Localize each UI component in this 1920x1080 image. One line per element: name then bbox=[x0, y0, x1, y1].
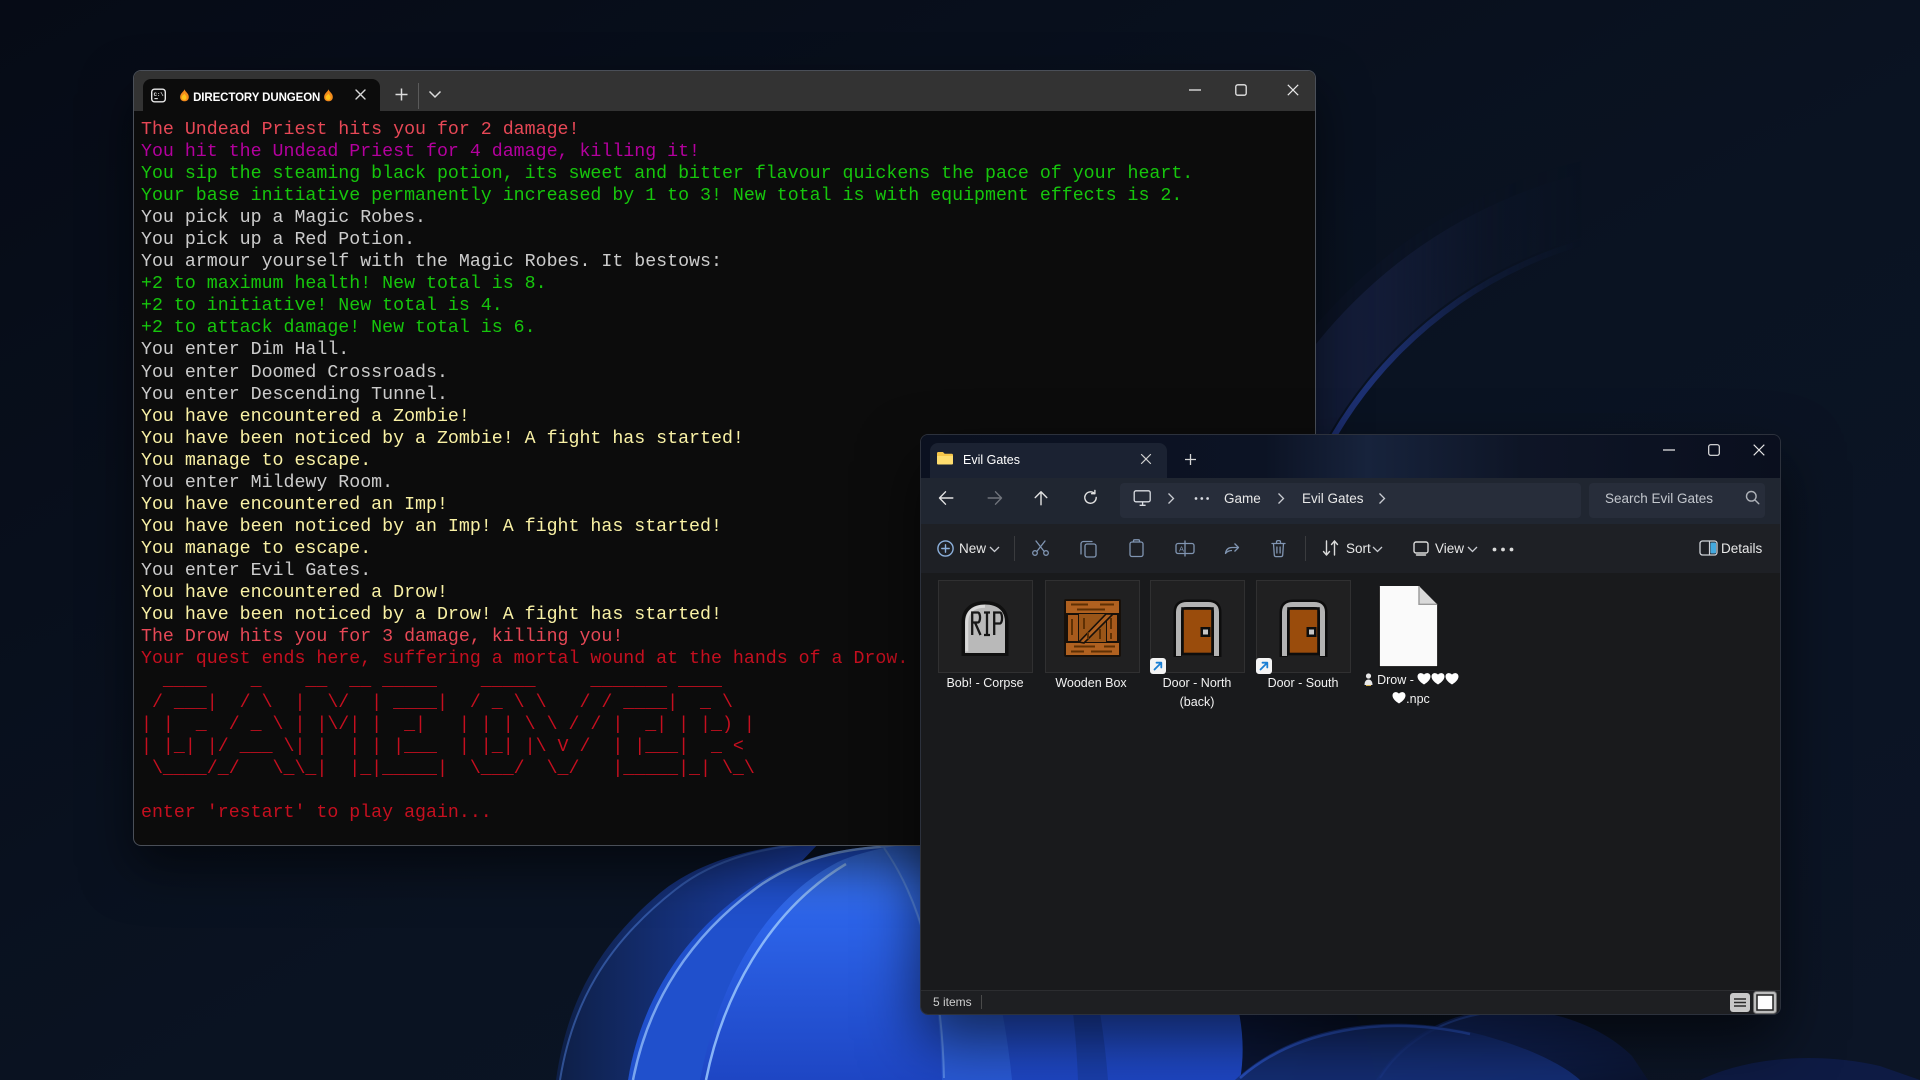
svg-text:C:\: C:\ bbox=[154, 91, 165, 98]
svg-text:A: A bbox=[1179, 545, 1184, 554]
